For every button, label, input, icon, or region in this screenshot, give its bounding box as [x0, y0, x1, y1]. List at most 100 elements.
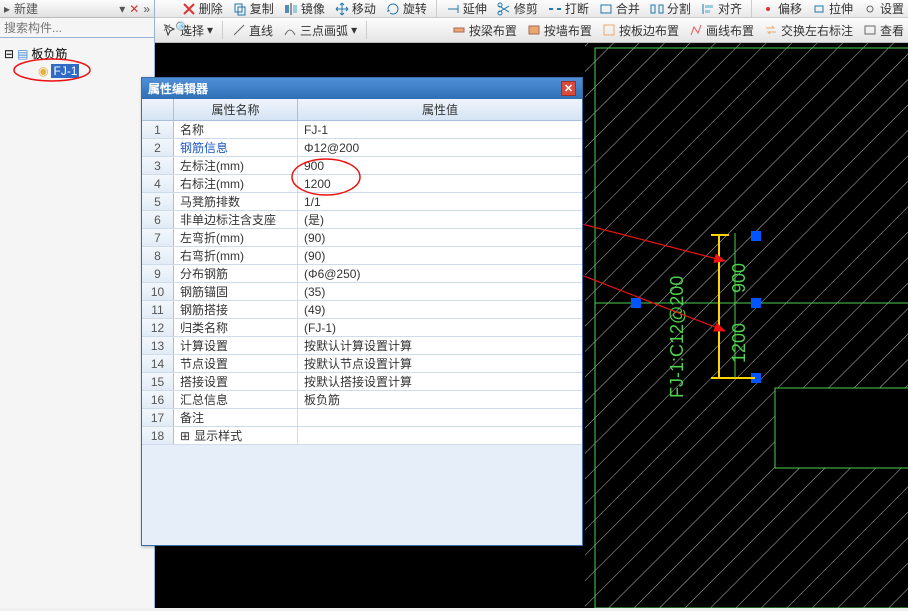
- property-name[interactable]: 名称: [174, 121, 298, 138]
- property-value[interactable]: 900: [298, 157, 582, 174]
- property-name[interactable]: 左弯折(mm): [174, 229, 298, 246]
- tree-child[interactable]: ◉ FJ-1: [4, 63, 150, 79]
- property-value[interactable]: (49): [298, 301, 582, 318]
- draw-line-button[interactable]: 画线布置: [685, 21, 758, 40]
- tree-root[interactable]: ⊟ ▤ 板负筋: [4, 44, 150, 63]
- property-name[interactable]: 备注: [174, 409, 298, 426]
- property-name[interactable]: 左标注(mm): [174, 157, 298, 174]
- mirror-icon: [284, 2, 298, 16]
- property-name[interactable]: ⊞显示样式: [174, 427, 298, 444]
- merge-button[interactable]: 合并: [595, 0, 644, 18]
- property-value[interactable]: [298, 427, 582, 444]
- property-name[interactable]: 归类名称: [174, 319, 298, 336]
- new-dropdown[interactable]: ▸ 新建 ▾ ✕ »: [0, 0, 154, 18]
- property-name[interactable]: 钢筋搭接: [174, 301, 298, 318]
- settings-button[interactable]: 设置: [859, 0, 908, 18]
- property-name[interactable]: 计算设置: [174, 337, 298, 354]
- property-name[interactable]: 右标注(mm): [174, 175, 298, 192]
- property-value[interactable]: (35): [298, 283, 582, 300]
- view-button[interactable]: 查看: [859, 21, 908, 40]
- property-value[interactable]: FJ-1: [298, 121, 582, 138]
- row-number: 2: [142, 139, 174, 156]
- copy-button[interactable]: 复制: [229, 0, 278, 18]
- dim-bottom: 1200: [729, 323, 749, 363]
- property-name[interactable]: 搭接设置: [174, 373, 298, 390]
- row-number: 12: [142, 319, 174, 336]
- property-name[interactable]: 节点设置: [174, 355, 298, 372]
- line-button[interactable]: 直线: [228, 21, 277, 40]
- property-row: 7左弯折(mm)(90): [142, 229, 582, 247]
- mirror-button[interactable]: 镜像: [280, 0, 329, 18]
- more-icon[interactable]: »: [143, 2, 150, 16]
- row-number: 14: [142, 355, 174, 372]
- offset-icon: [761, 2, 775, 16]
- property-name[interactable]: 钢筋信息: [174, 139, 298, 156]
- stretch-button[interactable]: 拉伸: [808, 0, 857, 18]
- delete-button[interactable]: 删除: [178, 0, 227, 18]
- property-value[interactable]: (Φ6@250): [298, 265, 582, 282]
- property-value[interactable]: (90): [298, 247, 582, 264]
- component-tree: ⊟ ▤ 板负筋 ◉ FJ-1: [0, 38, 154, 85]
- property-value[interactable]: 板负筋: [298, 391, 582, 408]
- trim-button[interactable]: 修剪: [493, 0, 542, 18]
- dialog-footer: [142, 445, 582, 545]
- by-slab-edge-button[interactable]: 按板边布置: [598, 21, 683, 40]
- offset-button[interactable]: 偏移: [757, 0, 806, 18]
- arc-icon: [283, 23, 297, 37]
- tree-item-selected[interactable]: FJ-1: [51, 64, 79, 78]
- expand-icon[interactable]: ⊞: [180, 429, 190, 443]
- arc3-button[interactable]: 三点画弧▾: [279, 21, 361, 40]
- move-button[interactable]: 移动: [331, 0, 380, 18]
- wall-icon: [527, 23, 541, 37]
- dialog-title: 属性编辑器: [148, 80, 208, 97]
- property-value[interactable]: [298, 409, 582, 426]
- property-value[interactable]: 按默认节点设置计算: [298, 355, 582, 372]
- property-name[interactable]: 钢筋锚固: [174, 283, 298, 300]
- rotate-button[interactable]: 旋转: [382, 0, 431, 18]
- break-icon: [548, 2, 562, 16]
- by-wall-button[interactable]: 按墙布置: [523, 21, 596, 40]
- property-value[interactable]: 1/1: [298, 193, 582, 210]
- row-number: 4: [142, 175, 174, 192]
- rebar-label: FJ-1:C12@200: [667, 276, 687, 398]
- property-value[interactable]: 按默认搭接设置计算: [298, 373, 582, 390]
- split-button[interactable]: 分割: [646, 0, 695, 18]
- property-name[interactable]: 马凳筋排数: [174, 193, 298, 210]
- dialog-titlebar[interactable]: 属性编辑器 ✕: [142, 78, 582, 99]
- close-icon[interactable]: ✕: [129, 2, 139, 16]
- property-value[interactable]: 按默认计算设置计算: [298, 337, 582, 354]
- row-number: 7: [142, 229, 174, 246]
- row-number: 11: [142, 301, 174, 318]
- row-number: 13: [142, 337, 174, 354]
- property-value[interactable]: (是): [298, 211, 582, 228]
- extend-button[interactable]: 延伸: [442, 0, 491, 18]
- row-number: 6: [142, 211, 174, 228]
- property-row: 6非单边标注含支座(是): [142, 211, 582, 229]
- clear-icon[interactable]: ✕: [162, 21, 172, 35]
- property-name[interactable]: 分布钢筋: [174, 265, 298, 282]
- close-button[interactable]: ✕: [561, 81, 576, 96]
- property-value[interactable]: (90): [298, 229, 582, 246]
- swap-lr-button[interactable]: 交换左右标注: [760, 21, 857, 40]
- property-value[interactable]: (FJ-1): [298, 319, 582, 336]
- delete-icon: [182, 2, 196, 16]
- property-name[interactable]: 非单边标注含支座: [174, 211, 298, 228]
- property-row: 1名称FJ-1: [142, 121, 582, 139]
- search-icon[interactable]: 🔍: [175, 21, 190, 35]
- property-header: 属性名称 属性值: [142, 99, 582, 121]
- by-beam-button[interactable]: 按梁布置: [448, 21, 521, 40]
- property-value[interactable]: Φ12@200: [298, 139, 582, 156]
- property-row: 9分布钢筋(Φ6@250): [142, 265, 582, 283]
- align-button[interactable]: 对齐: [697, 0, 746, 18]
- left-pane: ▸ 新建 ▾ ✕ » ✕ 🔍 ⊟ ▤ 板负筋 ◉ FJ-1: [0, 0, 155, 608]
- property-name[interactable]: 右弯折(mm): [174, 247, 298, 264]
- property-body: 1名称FJ-12钢筋信息Φ12@2003左标注(mm)9004右标注(mm)12…: [142, 121, 582, 445]
- break-button[interactable]: 打断: [544, 0, 593, 18]
- search-input[interactable]: [4, 21, 159, 35]
- slab-icon: [602, 23, 616, 37]
- stretch-icon: [812, 2, 826, 16]
- property-name[interactable]: 汇总信息: [174, 391, 298, 408]
- collapse-icon[interactable]: ⊟: [4, 47, 14, 61]
- split-icon: [650, 2, 664, 16]
- property-value[interactable]: 1200: [298, 175, 582, 192]
